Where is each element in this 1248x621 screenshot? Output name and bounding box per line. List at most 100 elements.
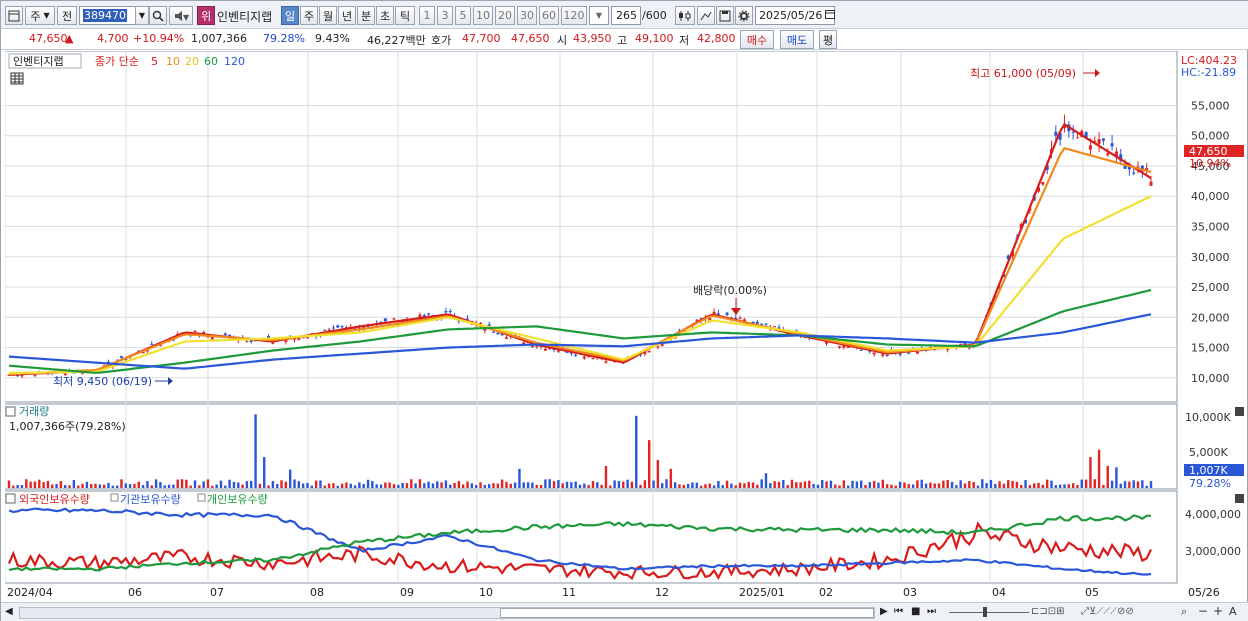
- interval-120[interactable]: 120: [561, 6, 587, 25]
- volume-bar: [275, 484, 279, 488]
- candle-body: [193, 330, 197, 332]
- volume-bar: [474, 484, 478, 488]
- panel-close-icon[interactable]: [1235, 494, 1244, 503]
- volume-bar: [777, 481, 781, 488]
- horizontal-scrollbar[interactable]: [19, 607, 875, 619]
- volume-bar: [994, 483, 997, 488]
- volume-bar: [358, 482, 361, 488]
- interval-60[interactable]: 60: [539, 6, 559, 25]
- volume-bar: [483, 484, 487, 488]
- volume-bar: [366, 479, 370, 488]
- sound-icon[interactable]: ▼: [169, 6, 193, 25]
- layout-icons[interactable]: ⊏⊐⊡⊞: [1031, 606, 1065, 617]
- legend-ma5: 5: [151, 55, 158, 68]
- zoom-slider[interactable]: [949, 612, 1029, 613]
- interval-30[interactable]: 30: [517, 6, 537, 25]
- chevron-down-icon[interactable]: ▼: [135, 6, 149, 25]
- candle-body: [1132, 172, 1136, 174]
- interval-1[interactable]: 1: [419, 6, 435, 25]
- candle-body: [20, 375, 24, 377]
- scroll-left-icon[interactable]: ◀: [5, 606, 13, 617]
- interval-5[interactable]: 5: [455, 6, 471, 25]
- volume-bar: [172, 484, 175, 488]
- collapse-icon[interactable]: [5, 406, 16, 417]
- search-icon[interactable]: [149, 6, 167, 25]
- drawing-tools-icons[interactable]: ⤢⊻⟋⟋⟋⊘⊘: [1081, 606, 1134, 617]
- font-size-icon[interactable]: A: [1229, 605, 1237, 618]
- period-second[interactable]: 초: [376, 6, 394, 25]
- volume-bar: [851, 480, 854, 488]
- volume-bar: [1110, 480, 1114, 488]
- count-input[interactable]: 265: [611, 6, 641, 25]
- save-icon[interactable]: [716, 6, 734, 25]
- volume-bar: [180, 479, 184, 488]
- candle-body: [427, 313, 431, 315]
- price-tick-label: 20,000: [1191, 311, 1230, 324]
- period-year[interactable]: 년: [338, 6, 356, 25]
- candle-type-icon[interactable]: [675, 6, 695, 25]
- volume-bar: [219, 480, 223, 488]
- volume-bar: [245, 481, 249, 488]
- stock-code-input[interactable]: 389470: [79, 6, 137, 25]
- x-tick-label: 04: [992, 586, 1006, 599]
- trading-chart-window: 주 ▼ 전 389470 ▼ ▼ 위 인벤티지랩 일 주 월 년 분 초 틱 1 …: [0, 0, 1248, 621]
- period-minute[interactable]: 분: [357, 6, 375, 25]
- zoom-search-icon[interactable]: ⌕: [1181, 605, 1187, 619]
- table-icon[interactable]: [10, 72, 24, 85]
- zoom-slider-handle[interactable]: [983, 607, 987, 617]
- volume-bar: [518, 468, 521, 488]
- zoom-in-icon[interactable]: +: [1213, 604, 1223, 618]
- rewind-icon[interactable]: ⏮: [894, 606, 903, 617]
- period-week[interactable]: 주: [300, 6, 318, 25]
- collapse-icon[interactable]: [5, 493, 16, 504]
- forward-icon[interactable]: ⏭: [927, 606, 936, 617]
- volume-bar: [1041, 484, 1045, 488]
- volume-bar: [1024, 480, 1027, 488]
- volume-bar: [1028, 485, 1032, 488]
- buy-button[interactable]: 매수: [740, 30, 774, 49]
- volume-bar: [466, 481, 469, 488]
- volume-bar: [531, 482, 534, 488]
- candle-body: [150, 343, 154, 345]
- candle-body: [418, 314, 422, 318]
- sell-button[interactable]: 매도: [780, 30, 814, 49]
- volume-bar: [284, 481, 288, 488]
- volume-bar: [626, 479, 629, 488]
- interval-10[interactable]: 10: [473, 6, 493, 25]
- stop-icon[interactable]: ■: [911, 606, 920, 617]
- gear-icon[interactable]: [735, 6, 753, 25]
- zoom-out-icon[interactable]: −: [1198, 604, 1208, 618]
- period-month[interactable]: 월: [319, 6, 337, 25]
- avg-button[interactable]: 평: [819, 30, 837, 49]
- chart-area[interactable]: 인벤티지랩 종가 단순 5 10 20 60 120 LC:404.23 HC:…: [5, 51, 1246, 602]
- candle-body: [119, 356, 123, 358]
- calendar-icon[interactable]: [825, 9, 836, 22]
- date-input[interactable]: 2025/05/26: [755, 6, 836, 25]
- volume-bar: [20, 485, 24, 488]
- market-select[interactable]: 주 ▼: [25, 6, 55, 25]
- volume-bar: [128, 484, 132, 488]
- x-tick-label: 03: [903, 586, 917, 599]
- period-day[interactable]: 일: [281, 6, 299, 25]
- panel-close-icon[interactable]: [1235, 407, 1244, 416]
- volume-bar: [146, 481, 149, 488]
- price-tick-label: 55,000: [1191, 99, 1230, 112]
- interval-3[interactable]: 3: [437, 6, 453, 25]
- layout-icon[interactable]: [5, 6, 23, 25]
- scroll-right-icon[interactable]: ▶: [880, 606, 888, 617]
- ask-price: 47,700: [462, 32, 501, 45]
- volume-bar: [1020, 484, 1023, 488]
- trade-amount: 46,227백만: [367, 34, 426, 47]
- volume-bar: [332, 483, 335, 488]
- scrollbar-thumb[interactable]: [500, 608, 874, 618]
- interval-20[interactable]: 20: [495, 6, 515, 25]
- volume-bar: [885, 484, 889, 488]
- draw-tool-icon[interactable]: [697, 6, 715, 25]
- change-percent: +10.94%: [133, 32, 185, 45]
- period-tick[interactable]: 틱: [395, 6, 415, 25]
- volume-bar: [1089, 457, 1092, 488]
- high-price: 49,100: [635, 32, 674, 45]
- prev-button[interactable]: 전: [57, 6, 77, 25]
- volume-bar: [301, 483, 305, 488]
- chevron-down-icon[interactable]: ▼: [589, 6, 609, 25]
